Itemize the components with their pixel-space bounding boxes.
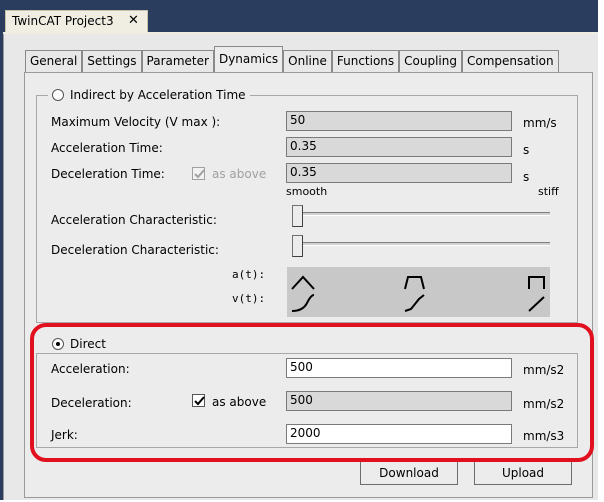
document-tab[interactable]: TwinCAT Project3 ✕ <box>5 10 148 32</box>
characteristic-graphs <box>287 267 550 317</box>
tab-dynamics[interactable]: Dynamics <box>213 46 284 72</box>
document-tab-title: TwinCAT Project3 <box>12 14 114 28</box>
slider-scale-smooth: smooth <box>286 185 328 198</box>
download-button[interactable]: Download <box>360 461 458 485</box>
acceleration-label: Acceleration: <box>51 362 130 376</box>
jerk-label: Jerk: <box>51 428 78 442</box>
characteristic-curves-icon <box>291 275 545 312</box>
tab-general[interactable]: General <box>25 50 83 72</box>
tab-coupling[interactable]: Coupling <box>399 50 462 72</box>
tab-settings[interactable]: Settings <box>82 50 142 72</box>
tab-parameter[interactable]: Parameter <box>141 50 214 72</box>
jerk-input[interactable]: 2000 <box>286 424 512 444</box>
acceleration-time-field: 0.35 <box>286 137 512 157</box>
max-velocity-unit: mm/s <box>523 116 557 130</box>
max-velocity-label: Maximum Velocity (V max ): <box>51 115 221 129</box>
upload-button[interactable]: Upload <box>474 461 572 485</box>
acceleration-time-unit: s <box>523 143 530 157</box>
jerk-unit: mm/s3 <box>523 429 565 443</box>
deceleration-as-above-checkbox[interactable] <box>192 394 205 407</box>
settings-tabs: General Settings Parameter Dynamics Onli… <box>25 46 559 72</box>
tab-online[interactable]: Online <box>283 50 332 72</box>
checkmark-icon <box>194 169 205 179</box>
deceleration-as-above-label[interactable]: as above <box>212 395 266 409</box>
max-velocity-field: 50 <box>286 111 512 131</box>
tab-compensation[interactable]: Compensation <box>462 50 559 72</box>
deceleration-time-label: Deceleration Time: <box>51 167 165 181</box>
direct-radio-button[interactable] <box>52 338 64 350</box>
acceleration-time-label: Acceleration Time: <box>51 141 163 155</box>
deceleration-field: 500 <box>286 391 512 411</box>
accel-characteristic-thumb[interactable] <box>292 205 303 227</box>
graph-label-v: v(t): <box>232 292 266 305</box>
graph-label-a: a(t): <box>232 268 266 281</box>
direct-radio-label: Direct <box>70 337 106 351</box>
direct-radio[interactable]: Direct <box>48 337 110 351</box>
slider-scale-stiff: stiff <box>538 185 559 198</box>
indirect-radio[interactable]: Indirect by Acceleration Time <box>48 88 250 102</box>
decel-characteristic-track[interactable] <box>294 242 550 246</box>
accel-characteristic-label: Acceleration Characteristic: <box>51 213 217 227</box>
deceleration-unit: mm/s2 <box>523 397 565 411</box>
deceleration-time-unit: s <box>523 170 530 184</box>
close-icon[interactable]: ✕ <box>128 13 139 28</box>
decel-characteristic-thumb[interactable] <box>292 235 303 257</box>
deceleration-time-field: 0.35 <box>286 163 512 183</box>
indirect-radio-button[interactable] <box>52 89 64 101</box>
acceleration-unit: mm/s2 <box>523 363 565 377</box>
deceleration-label: Deceleration: <box>51 396 132 410</box>
decel-characteristic-label: Deceleration Characteristic: <box>51 243 219 257</box>
deceleration-time-as-above-checkbox <box>192 167 205 180</box>
deceleration-time-as-above-label: as above <box>212 167 267 181</box>
accel-characteristic-track[interactable] <box>294 212 550 216</box>
acceleration-input[interactable]: 500 <box>286 358 512 378</box>
checkmark-icon <box>194 396 205 406</box>
indirect-radio-label: Indirect by Acceleration Time <box>70 88 246 102</box>
tab-functions[interactable]: Functions <box>331 50 400 72</box>
